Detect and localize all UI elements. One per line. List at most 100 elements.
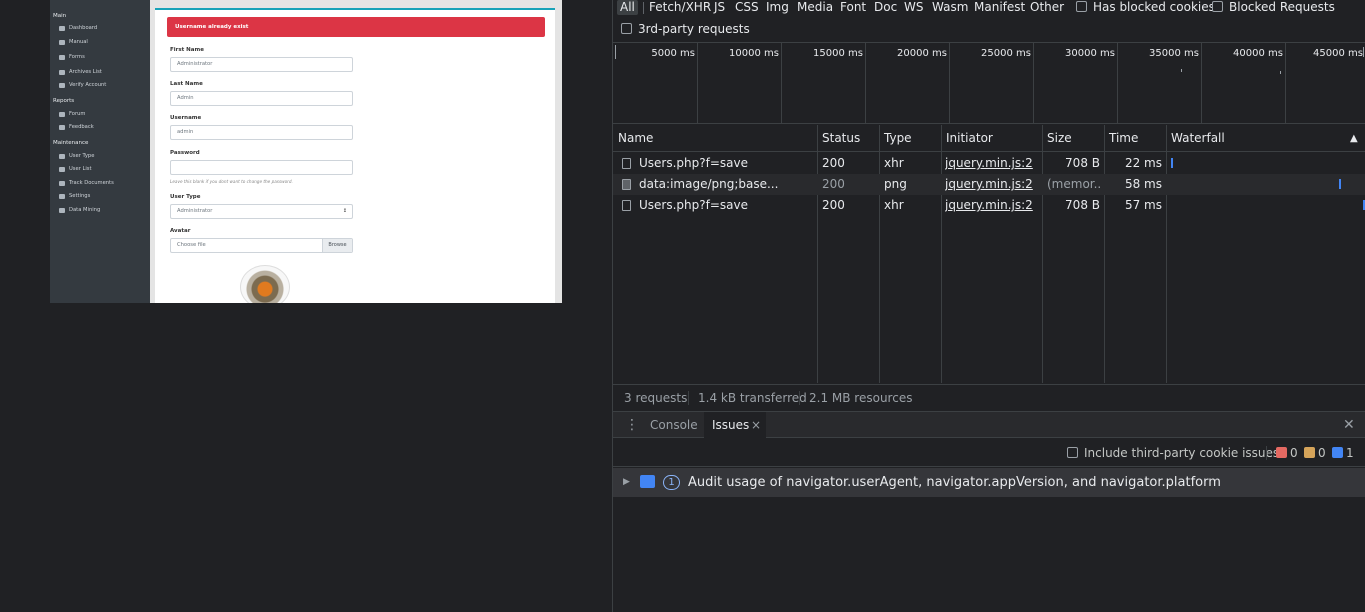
blocked-requests-checkbox[interactable] bbox=[1212, 1, 1223, 12]
issue-count-badge: 1 bbox=[663, 475, 680, 490]
timeline-tick: 45000 ms bbox=[1313, 48, 1363, 59]
sidebar-item-feedback[interactable]: Feedback bbox=[59, 124, 94, 130]
sidebar-item-verify-account[interactable]: Verify Account bbox=[59, 82, 106, 88]
summary-requests: 3 requests bbox=[624, 391, 688, 405]
database-icon bbox=[59, 207, 65, 213]
has-blocked-cookies-checkbox[interactable] bbox=[1076, 1, 1087, 12]
username-input[interactable]: admin bbox=[170, 125, 353, 140]
timeline-gridline bbox=[1201, 43, 1202, 123]
network-overview-timeline[interactable]: 5000 ms 10000 ms 15000 ms 20000 ms 25000… bbox=[613, 42, 1365, 124]
network-summary-bar: 3 requests 1.4 kB transferred 2.1 MB res… bbox=[613, 384, 1365, 410]
blocked-requests-toggle[interactable]: Blocked Requests bbox=[1209, 0, 1338, 15]
sidebar-item-data-mining[interactable]: Data Mining bbox=[59, 207, 100, 213]
sidebar-item-track-documents[interactable]: Track Documents bbox=[59, 180, 114, 186]
first-name-label: First Name bbox=[170, 47, 204, 53]
sidebar-item-manual[interactable]: Manual bbox=[59, 39, 88, 45]
filter-font[interactable]: Font bbox=[837, 0, 869, 15]
timeline-tick: 30000 ms bbox=[1065, 48, 1115, 59]
book-icon bbox=[59, 39, 65, 45]
include-third-party-cookie-checkbox[interactable] bbox=[1067, 447, 1078, 458]
filter-img[interactable]: Img bbox=[763, 0, 792, 15]
more-tools-icon[interactable]: ⋮ bbox=[625, 412, 639, 439]
users-icon bbox=[59, 82, 65, 88]
table-row[interactable]: Users.php?f=save 200 xhr jquery.min.js:2… bbox=[613, 153, 1365, 174]
user-list-icon bbox=[59, 166, 65, 172]
user-type-select[interactable]: Administrator ↕ bbox=[170, 204, 353, 219]
filter-doc[interactable]: Doc bbox=[871, 0, 900, 15]
column-name[interactable]: Name bbox=[613, 125, 653, 152]
timeline-tick: 35000 ms bbox=[1149, 48, 1199, 59]
info-count: 1 bbox=[1346, 446, 1354, 460]
sidebar-item-user-list[interactable]: User List bbox=[59, 166, 92, 172]
chevron-updown-icon: ↕ bbox=[342, 208, 347, 214]
column-time[interactable]: Time bbox=[1104, 125, 1138, 152]
sidebar-item-forum[interactable]: Forum bbox=[59, 111, 85, 117]
sidebar-item-settings[interactable]: Settings bbox=[59, 193, 90, 199]
timeline-tick: 5000 ms bbox=[651, 48, 695, 59]
first-name-input[interactable]: Administrator bbox=[170, 57, 353, 72]
timeline-gridline bbox=[781, 43, 782, 123]
image-file-icon bbox=[622, 179, 631, 190]
document-icon bbox=[622, 158, 631, 169]
tab-issues[interactable]: Issues bbox=[712, 412, 749, 439]
last-name-input[interactable]: Admin bbox=[170, 91, 353, 106]
sidebar-item-user-type[interactable]: User Type bbox=[59, 153, 94, 159]
summary-divider bbox=[688, 391, 689, 405]
request-name[interactable]: Users.php?f=save bbox=[639, 153, 815, 174]
request-initiator-link[interactable]: jquery.min.js:2 bbox=[945, 174, 1033, 195]
third-party-requests-checkbox[interactable] bbox=[621, 23, 632, 34]
sidebar-item-forms[interactable]: Forms bbox=[59, 54, 85, 60]
username-label: Username bbox=[170, 115, 202, 121]
sort-ascending-icon[interactable]: ▲ bbox=[1345, 125, 1358, 152]
sidebar-item-dashboard[interactable]: Dashboard bbox=[59, 25, 97, 31]
timeline-tick: 20000 ms bbox=[897, 48, 947, 59]
timeline-tick: 40000 ms bbox=[1233, 48, 1283, 59]
last-name-label: Last Name bbox=[170, 81, 203, 87]
user-type-icon bbox=[59, 153, 65, 159]
column-initiator[interactable]: Initiator bbox=[941, 125, 993, 152]
timeline-request-mark bbox=[1363, 47, 1364, 57]
filter-fetch-xhr[interactable]: Fetch/XHR bbox=[646, 0, 714, 15]
avatar-file-input[interactable]: Choose file Browse bbox=[170, 238, 353, 253]
third-party-requests-toggle[interactable]: 3rd-party requests bbox=[621, 22, 750, 36]
sidebar-header-main: Main bbox=[53, 13, 67, 19]
request-type: xhr bbox=[884, 156, 904, 170]
gears-icon bbox=[59, 193, 65, 199]
password-input[interactable] bbox=[170, 160, 353, 175]
timeline-gridline bbox=[949, 43, 950, 123]
close-drawer-icon[interactable]: ✕ bbox=[1343, 412, 1355, 439]
filter-css[interactable]: CSS bbox=[732, 0, 762, 15]
column-waterfall[interactable]: Waterfall bbox=[1166, 125, 1225, 152]
request-initiator-link[interactable]: jquery.min.js:2 bbox=[945, 195, 1033, 216]
column-type[interactable]: Type bbox=[879, 125, 912, 152]
sidebar-item-archives-list[interactable]: Archives List bbox=[59, 69, 102, 75]
filter-manifest[interactable]: Manifest bbox=[971, 0, 1028, 15]
filter-js[interactable]: JS bbox=[711, 0, 728, 15]
request-initiator-link[interactable]: jquery.min.js:2 bbox=[945, 153, 1033, 174]
request-name[interactable]: Users.php?f=save bbox=[639, 195, 815, 216]
include-third-party-cookie-toggle[interactable]: Include third-party cookie issues bbox=[1067, 439, 1279, 467]
timeline-gridline bbox=[1117, 43, 1118, 123]
password-hint: Leave this blank if you dont want to cha… bbox=[170, 179, 293, 184]
filter-other[interactable]: Other bbox=[1027, 0, 1067, 15]
column-size[interactable]: Size bbox=[1042, 125, 1072, 152]
filter-ws[interactable]: WS bbox=[901, 0, 926, 15]
table-row[interactable]: data:image/png;base... 200 png jquery.mi… bbox=[613, 174, 1365, 195]
has-blocked-cookies-toggle[interactable]: Has blocked cookies bbox=[1073, 0, 1218, 15]
tab-console[interactable]: Console bbox=[650, 412, 698, 439]
filter-media[interactable]: Media bbox=[794, 0, 836, 15]
browse-button[interactable]: Browse bbox=[322, 239, 352, 252]
filter-wasm[interactable]: Wasm bbox=[929, 0, 971, 15]
expand-arrow-icon[interactable]: ▶ bbox=[623, 468, 630, 497]
table-row[interactable]: Users.php?f=save 200 xhr jquery.min.js:2… bbox=[613, 195, 1365, 216]
app-main-content: Username already exist First Name Admini… bbox=[150, 0, 562, 303]
column-status[interactable]: Status bbox=[817, 125, 860, 152]
eye-icon bbox=[59, 180, 65, 186]
request-name[interactable]: data:image/png;base... bbox=[639, 174, 815, 195]
request-time: 58 ms bbox=[1124, 177, 1162, 191]
close-tab-icon[interactable]: × bbox=[751, 412, 761, 439]
user-type-label: User Type bbox=[170, 194, 201, 200]
filter-all[interactable]: All bbox=[617, 0, 638, 15]
avatar-preview bbox=[240, 265, 290, 303]
issue-row[interactable]: ▶ 1 Audit usage of navigator.userAgent, … bbox=[613, 468, 1365, 497]
